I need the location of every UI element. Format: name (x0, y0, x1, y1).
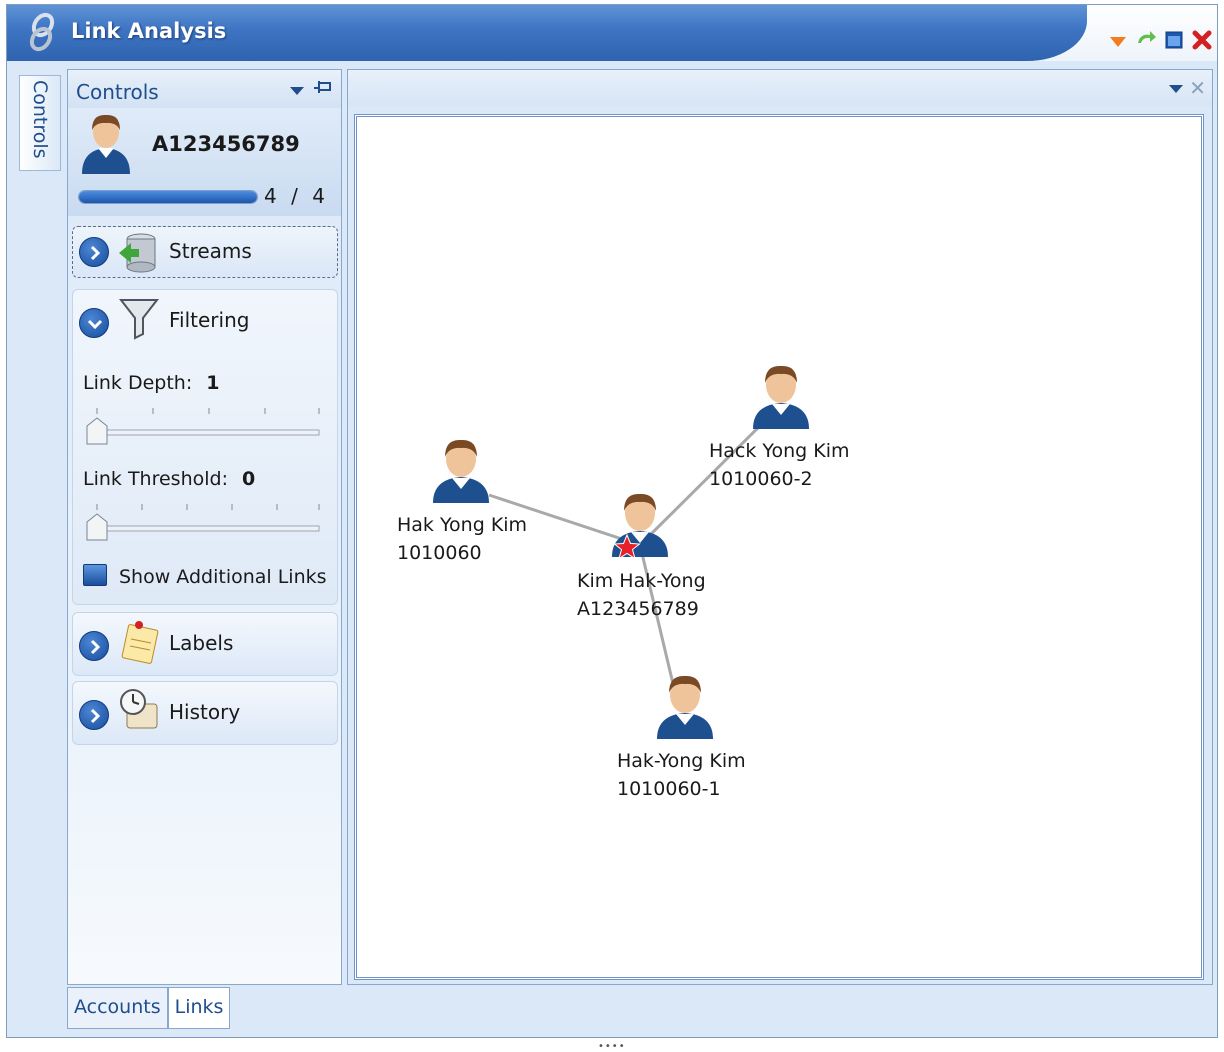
graph-panel-header: ✕ (348, 70, 1212, 106)
link-depth-value: 1 (206, 372, 220, 394)
controls-panel: Controls A123456789 4 / 4 Streams Filter… (67, 69, 342, 985)
window-menu-icon[interactable] (1107, 29, 1129, 51)
graph-panel: ✕ Kim Hak-Yong A123456789 Hak Yong Kim 1… (347, 69, 1213, 985)
close-icon[interactable]: ✕ (1189, 76, 1206, 100)
user-avatar-icon (433, 439, 489, 503)
filtering-section: Filtering Link Depth: 1 Link Threshold: 0 (72, 289, 338, 605)
progress-total: 4 (312, 184, 325, 208)
account-id: A123456789 (152, 132, 300, 156)
title-bar: Link Analysis (7, 5, 1217, 61)
history-section[interactable]: History (72, 681, 338, 745)
user-avatar-icon (753, 365, 809, 429)
streams-label: Streams (169, 239, 252, 263)
restore-icon[interactable] (1135, 29, 1157, 51)
link-depth-label: Link Depth: (83, 372, 193, 394)
node-name: Hak Yong Kim (397, 514, 527, 536)
link-threshold-slider[interactable] (83, 500, 323, 544)
link-graph: Kim Hak-Yong A123456789 Hak Yong Kim 101… (397, 365, 850, 800)
notepad-icon (121, 621, 159, 664)
dropdown-icon[interactable] (289, 86, 305, 96)
controls-side-tab-label: Controls (29, 80, 51, 159)
link-depth-row: Link Depth: 1 (83, 372, 219, 394)
filtering-label: Filtering (169, 308, 250, 332)
chevron-right-icon[interactable] (79, 700, 109, 730)
user-avatar-icon (82, 114, 130, 174)
graph-node-center[interactable]: Kim Hak-Yong A123456789 (577, 493, 706, 620)
chevron-right-icon[interactable] (79, 237, 109, 267)
link-depth-slider[interactable] (83, 404, 323, 448)
progress-count: 4 / 4 (264, 184, 325, 208)
graph-node[interactable]: Hack Yong Kim 1010060-2 (709, 365, 850, 490)
labels-label: Labels (169, 631, 234, 655)
maximize-icon[interactable] (1163, 29, 1185, 51)
window-controls (1107, 27, 1213, 53)
close-icon[interactable] (1191, 29, 1213, 51)
controls-panel-title: Controls (76, 80, 159, 104)
node-name: Hack Yong Kim (709, 440, 850, 462)
node-id: A123456789 (577, 598, 699, 620)
link-threshold-row: Link Threshold: 0 (83, 468, 255, 490)
streams-section[interactable]: Streams (72, 226, 338, 278)
current-account: A123456789 4 / 4 (68, 108, 341, 216)
link-graph-canvas[interactable]: Kim Hak-Yong A123456789 Hak Yong Kim 101… (354, 114, 1204, 980)
history-label: History (169, 700, 241, 724)
show-additional-links-label: Show Additional Links (119, 566, 327, 588)
app-link-icon (29, 12, 55, 52)
chevron-down-icon[interactable] (79, 308, 109, 338)
chevron-right-icon[interactable] (79, 631, 109, 661)
node-id: 1010060-2 (709, 468, 813, 490)
node-name: Kim Hak-Yong (577, 570, 706, 592)
progress-separator: / (291, 184, 298, 208)
controls-panel-header: Controls (68, 70, 341, 108)
node-name: Hak-Yong Kim (617, 750, 746, 772)
window-title: Link Analysis (71, 19, 227, 43)
progress-current: 4 (264, 184, 277, 208)
node-id: 1010060 (397, 542, 482, 564)
tab-accounts[interactable]: Accounts (67, 987, 168, 1029)
link-analysis-window: Link Analysis Controls Controls A1234567… (6, 4, 1218, 1038)
progress-bar (78, 190, 258, 204)
dropdown-icon[interactable] (1168, 84, 1184, 94)
link-threshold-label: Link Threshold: (83, 468, 228, 490)
link-threshold-value: 0 (242, 468, 256, 490)
controls-side-tab[interactable]: Controls (19, 75, 61, 171)
show-additional-links-checkbox[interactable] (83, 564, 107, 586)
labels-section[interactable]: Labels (72, 612, 338, 676)
database-icon (119, 233, 156, 273)
resize-grip[interactable]: •••• (598, 1041, 628, 1052)
funnel-icon (118, 299, 160, 340)
pin-icon[interactable] (313, 80, 333, 98)
user-avatar-icon (657, 675, 713, 739)
node-id: 1010060-1 (617, 778, 721, 800)
clock-scroll-icon (120, 689, 158, 729)
progress-fill (79, 191, 257, 203)
tab-links[interactable]: Links (167, 987, 231, 1029)
bottom-tabs: Accounts Links (67, 987, 231, 1029)
graph-node[interactable]: Hak-Yong Kim 1010060-1 (617, 675, 746, 800)
